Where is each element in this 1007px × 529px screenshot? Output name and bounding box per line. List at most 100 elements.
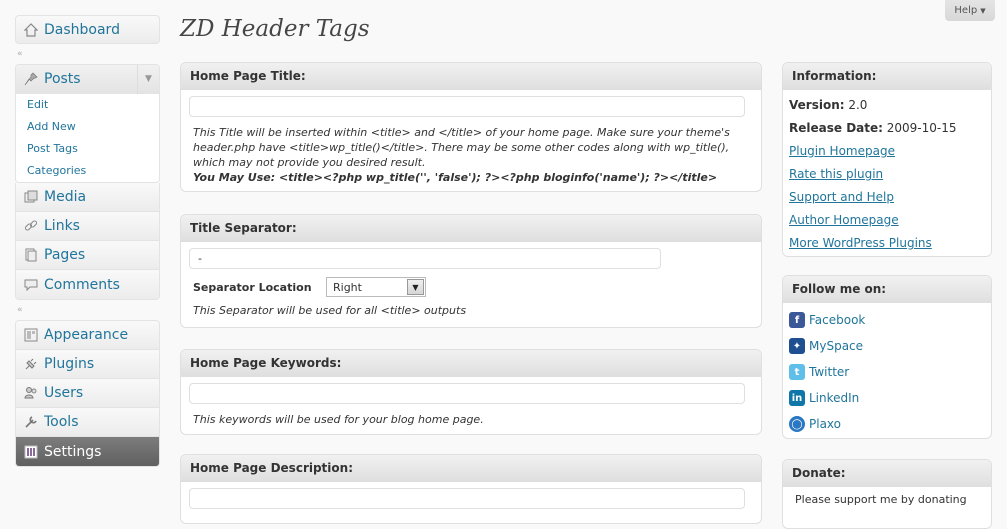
menu-admin-group: Appearance Plugins Users Tools Settings (15, 320, 160, 467)
menu-tools[interactable]: Tools (16, 408, 159, 437)
menu-tools-label: Tools (44, 414, 79, 430)
separator-location-label: Separator Location (193, 280, 312, 294)
menu-posts-group: Posts ▼ Edit Add New Post Tags Categorie… (15, 64, 160, 183)
settings-icon (22, 443, 40, 461)
support-help-link[interactable]: Support and Help (789, 190, 894, 204)
chevron-down-icon[interactable]: ▼ (137, 65, 159, 94)
menu-plugins[interactable]: Plugins (16, 350, 159, 379)
menu-appearance[interactable]: Appearance (16, 321, 159, 350)
menu-posts-label: Posts (44, 71, 81, 87)
help-label: Help (954, 5, 978, 16)
users-icon (22, 384, 40, 402)
version-value: 2.0 (848, 98, 868, 112)
home-title-heading: Home Page Title: (181, 63, 761, 90)
plugin-homepage-link[interactable]: Plugin Homepage (789, 144, 895, 158)
collapse-icon: « (17, 305, 23, 315)
submenu-add-new[interactable]: Add New (16, 116, 159, 138)
follow-myspace-label: MySpace (809, 339, 864, 353)
menu-settings-label: Settings (44, 443, 102, 460)
menu-links-label: Links (44, 218, 80, 234)
tools-icon (22, 413, 40, 431)
menu-appearance-label: Appearance (44, 327, 129, 343)
donate-text: Please support me by donating (795, 493, 967, 506)
home-title-box: Home Page Title: This Title will be inse… (180, 62, 762, 192)
myspace-icon: ✦ (789, 338, 805, 354)
admin-menu: Dashboard « Posts ▼ Edit Add New Post Ta… (15, 15, 160, 467)
author-homepage-link[interactable]: Author Homepage (789, 213, 899, 227)
linkedin-icon: in (789, 390, 805, 406)
menu-pages-label: Pages (44, 247, 86, 263)
keywords-heading: Home Page Keywords: (181, 350, 761, 377)
follow-linkedin-label: LinkedIn (809, 391, 860, 405)
twitter-icon: t (789, 364, 805, 380)
description-input[interactable] (189, 488, 745, 509)
keywords-input[interactable] (189, 383, 745, 404)
follow-plaxo-label: Plaxo (809, 417, 841, 431)
menu-comments[interactable]: Comments (16, 270, 159, 299)
separator-box: Title Separator: Separator Location Righ… (180, 214, 762, 328)
posts-submenu: Edit Add New Post Tags Categories (16, 94, 159, 182)
help-button[interactable]: Help ▼ (945, 0, 995, 21)
version-row: Version: 2.0 (789, 94, 985, 117)
follow-box: Follow me on: f Facebook ✦ MySpace t Twi… (782, 275, 992, 439)
submenu-post-tags[interactable]: Post Tags (16, 138, 159, 160)
release-label: Release Date: (789, 121, 883, 135)
submenu-categories[interactable]: Categories (16, 160, 159, 182)
menu-links[interactable]: Links (16, 212, 159, 241)
chevron-down-icon: ▼ (980, 6, 986, 15)
separator-location-value: Right (333, 280, 362, 294)
follow-myspace[interactable]: ✦ MySpace (789, 333, 985, 359)
donate-heading: Donate: (783, 460, 991, 487)
menu-posts[interactable]: Posts ▼ (16, 65, 159, 94)
description-heading: Home Page Description: (181, 455, 761, 482)
home-title-input[interactable] (189, 96, 745, 117)
menu-dashboard[interactable]: Dashboard (15, 15, 160, 44)
follow-plaxo[interactable]: ◯ Plaxo (789, 411, 985, 437)
information-heading: Information: (783, 63, 991, 90)
description-box: Home Page Description: (180, 454, 762, 524)
donate-box: Donate: Please support me by donating (782, 459, 992, 529)
home-title-desc: This Title will be inserted within <titl… (193, 126, 730, 169)
plaxo-icon: ◯ (789, 416, 805, 432)
home-title-usage: You May Use: <title><?php wp_title('', '… (193, 171, 718, 184)
menu-content-group: Media Links Pages Comments (15, 183, 160, 300)
menu-dashboard-label: Dashboard (44, 21, 120, 38)
menu-pages[interactable]: Pages (16, 241, 159, 270)
follow-linkedin[interactable]: in LinkedIn (789, 385, 985, 411)
release-value: 2009-10-15 (886, 121, 957, 135)
menu-users-label: Users (44, 385, 84, 401)
follow-heading: Follow me on: (783, 276, 991, 303)
appearance-icon (22, 326, 40, 344)
follow-facebook-label: Facebook (809, 313, 866, 327)
menu-media[interactable]: Media (16, 183, 159, 212)
collapse-icon: « (17, 49, 23, 59)
version-label: Version: (789, 98, 845, 112)
separator-location-select[interactable]: Right ▼ (326, 277, 426, 297)
page-title: ZD Header Tags (180, 16, 370, 42)
dashboard-icon (22, 21, 40, 39)
menu-comments-label: Comments (44, 276, 120, 293)
release-row: Release Date: 2009-10-15 (789, 117, 985, 140)
menu-users[interactable]: Users (16, 379, 159, 408)
menu-settings[interactable]: Settings (16, 437, 159, 466)
submenu-edit[interactable]: Edit (16, 94, 159, 116)
follow-twitter[interactable]: t Twitter (789, 359, 985, 385)
pages-icon (22, 246, 40, 264)
follow-facebook[interactable]: f Facebook (789, 307, 985, 333)
chevron-down-icon: ▼ (407, 279, 424, 295)
rate-plugin-link[interactable]: Rate this plugin (789, 167, 883, 181)
separator-input[interactable] (189, 248, 661, 269)
comment-icon (22, 276, 40, 294)
link-icon (22, 217, 40, 235)
menu-separator-2[interactable]: « (15, 300, 160, 320)
menu-separator[interactable]: « (15, 44, 160, 64)
facebook-icon: f (789, 312, 805, 328)
menu-media-label: Media (44, 189, 87, 205)
information-box: Information: Version: 2.0 Release Date: … (782, 62, 992, 257)
menu-plugins-label: Plugins (44, 356, 95, 372)
more-plugins-link[interactable]: More WordPress Plugins (789, 236, 932, 250)
separator-desc: This Separator will be used for all <tit… (193, 304, 467, 317)
keywords-box: Home Page Keywords: This keywords will b… (180, 349, 762, 435)
separator-heading: Title Separator: (181, 215, 761, 242)
pin-icon (22, 70, 40, 88)
